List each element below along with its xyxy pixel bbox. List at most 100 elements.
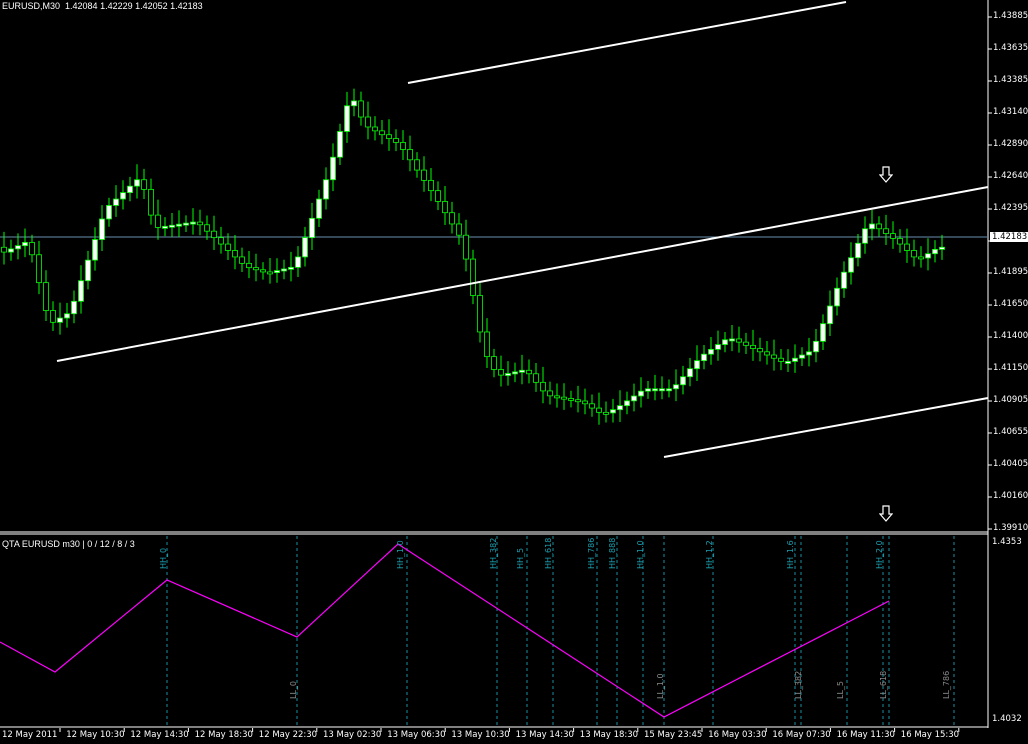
candle-body — [113, 198, 119, 206]
price-label: 1.43885 — [993, 11, 1028, 21]
candle-body — [155, 214, 161, 228]
candle-body — [288, 266, 294, 270]
candle-body — [890, 233, 896, 239]
candle-body — [365, 116, 371, 128]
candle-body — [309, 217, 315, 239]
price-label: 1.43385 — [993, 75, 1028, 85]
candle-body — [449, 212, 455, 225]
candle-body — [554, 395, 560, 399]
time-label: 16 May 15:30 — [900, 730, 960, 740]
chart-canvas — [0, 0, 992, 732]
candle-body — [134, 179, 140, 187]
candle-body — [848, 257, 854, 273]
price-label: 1.41895 — [993, 267, 1028, 277]
level-label-top: HH_382 — [489, 537, 498, 569]
candle-body — [470, 258, 476, 296]
candle-body — [792, 357, 798, 362]
candle-body — [673, 384, 679, 390]
candle-body — [253, 267, 259, 271]
channel-lower — [663, 397, 989, 458]
symbol-text: EURUSD,M30 — [2, 1, 61, 11]
candle-body — [316, 198, 322, 219]
candle-body — [92, 239, 98, 261]
candle-body — [659, 388, 665, 392]
candle-body — [176, 223, 182, 227]
level-label-top: HH_0 — [159, 547, 168, 569]
candle-body — [638, 390, 644, 397]
level-label-top: HH_1.6 — [786, 540, 795, 569]
candle-body — [407, 149, 413, 161]
candle-body — [610, 409, 616, 414]
level-label-bottom: LL_618 — [879, 670, 888, 699]
zigzag-line — [0, 543, 890, 718]
candle-body — [463, 234, 469, 260]
current-price-badge: 1.42183 — [990, 232, 1028, 242]
candle-body — [806, 351, 812, 356]
candle-body — [197, 221, 203, 226]
candle-body — [232, 250, 238, 258]
candle-body — [743, 341, 749, 346]
candle-body — [442, 201, 448, 214]
candle-body — [729, 338, 735, 342]
candle-body — [736, 338, 742, 343]
candle-body — [169, 224, 175, 228]
indicator-axis-top: 1.4353 — [992, 537, 1022, 547]
time-label: 13 May 10:30 — [451, 730, 510, 740]
candle-body — [925, 253, 931, 259]
candle-body — [225, 243, 231, 251]
candle-body — [652, 388, 658, 392]
candle-body — [246, 262, 252, 269]
candle-body — [799, 354, 805, 359]
candle-body — [764, 351, 770, 356]
candle-body — [99, 218, 105, 240]
candle-body — [8, 248, 14, 253]
candle-body — [491, 356, 497, 370]
candle-body — [43, 282, 49, 311]
price-label: 1.43635 — [993, 43, 1028, 53]
candle-body — [575, 399, 581, 403]
candle-body — [57, 317, 63, 323]
level-label-top: HH_1.2 — [705, 540, 714, 569]
down-arrow-icon[interactable] — [878, 505, 894, 523]
price-label: 1.43140 — [993, 107, 1028, 117]
candle-body — [428, 179, 434, 192]
candle-body — [484, 331, 490, 358]
candle-body — [372, 126, 378, 132]
level-label-top: HH_1.0 — [396, 540, 405, 569]
candle-body — [841, 271, 847, 289]
price-label: 1.42890 — [993, 139, 1028, 149]
candle-body — [813, 340, 819, 353]
level-label-bottom: LL_382 — [794, 670, 803, 699]
candle-body — [624, 400, 630, 407]
candle-body — [596, 407, 602, 413]
candle-body — [918, 256, 924, 260]
candle-body — [561, 396, 567, 400]
candle-body — [869, 223, 875, 230]
price-label: 1.41650 — [993, 299, 1028, 309]
candle-body — [722, 339, 728, 345]
candle-body — [855, 242, 861, 259]
candle-body — [645, 388, 651, 392]
candle-body — [323, 179, 329, 200]
candle-body — [876, 223, 882, 230]
price-label: 1.40655 — [993, 427, 1028, 437]
candle-body — [400, 142, 406, 150]
indicator-title: QTA EURUSD m30 | 0 / 12 / 8 / 3 — [2, 539, 135, 549]
candle-body — [386, 134, 392, 139]
candle-body — [582, 400, 588, 405]
candle-body — [421, 169, 427, 181]
time-label: 13 May 02:30 — [323, 730, 382, 740]
price-label: 1.42395 — [993, 203, 1028, 213]
level-label-bottom: LL_1.0 — [656, 673, 665, 699]
price-label: 1.42640 — [993, 171, 1028, 181]
time-label: 16 May 03:30 — [708, 730, 767, 740]
price-label: 1.40405 — [993, 459, 1028, 469]
time-label: 12 May 14:30 — [130, 730, 189, 740]
candle-body — [715, 344, 721, 350]
candle-body — [911, 250, 917, 258]
level-label-top: HH_618 — [544, 537, 553, 569]
candle-body — [750, 344, 756, 349]
candle-body — [344, 105, 350, 132]
down-arrow-icon[interactable] — [878, 166, 894, 184]
candle-body — [29, 242, 35, 256]
